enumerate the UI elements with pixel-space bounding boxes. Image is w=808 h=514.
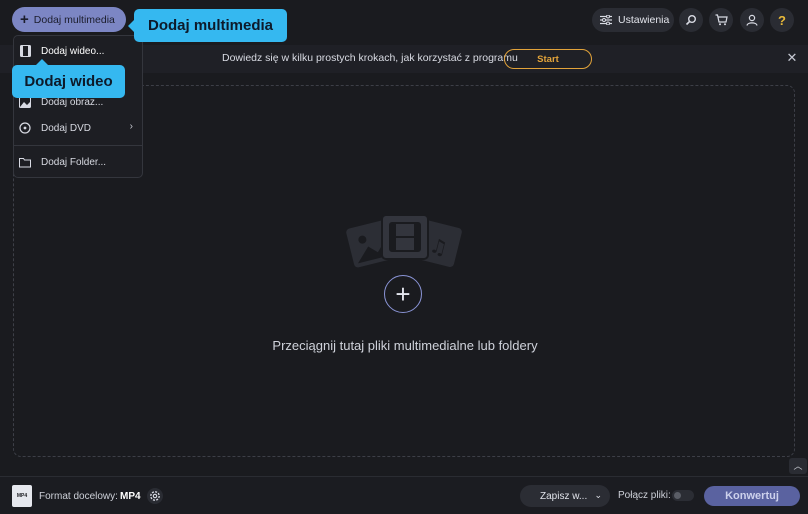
gear-icon[interactable] — [146, 487, 164, 505]
menu-item-label: Dodaj wideo... — [41, 45, 105, 57]
drop-zone-text: Przeciągnij tutaj pliki multimedialne lu… — [272, 338, 538, 353]
settings-button[interactable]: Ustawienia — [592, 8, 674, 32]
chevron-down-icon: ⌄ — [594, 490, 602, 500]
add-files-button[interactable]: + — [384, 275, 422, 313]
user-icon — [746, 14, 758, 26]
format-label: Format docelowy: — [39, 491, 118, 502]
plus-icon: + — [20, 11, 29, 28]
film-icon — [18, 44, 32, 58]
menu-item-label: Dodaj obraz... — [41, 96, 104, 108]
settings-label: Ustawienia — [618, 14, 670, 26]
sliders-icon — [600, 15, 612, 25]
tooltip-add-video: Dodaj wideo — [12, 59, 125, 98]
scroll-up-button[interactable]: ︿ — [789, 458, 807, 474]
search-button[interactable] — [679, 8, 703, 32]
tooltip-add-media: Dodaj multimedia — [128, 9, 287, 42]
add-media-button[interactable]: + Dodaj multimedia — [12, 7, 126, 32]
help-icon: ? — [778, 12, 786, 28]
add-media-label: Dodaj multimedia — [33, 13, 115, 26]
account-button[interactable] — [740, 8, 764, 32]
menu-divider — [14, 145, 142, 146]
folder-icon — [18, 155, 32, 169]
media-illustration-icon: ♫ — [346, 214, 462, 268]
merge-files-label: Połącz pliki: — [618, 490, 671, 501]
cart-button[interactable] — [709, 8, 733, 32]
cart-icon — [715, 14, 728, 26]
help-button[interactable]: ? — [770, 8, 794, 32]
add-media-menu: Dodaj wideo... Dodaj obraz... Dodaj DVD … — [13, 35, 143, 178]
save-to-button[interactable]: Zapisz w... ⌄ — [520, 485, 610, 507]
bottom-bar: MP4 Format docelowy: MP4 Zapisz w... ⌄ P… — [0, 476, 808, 514]
menu-item-label: Dodaj DVD — [41, 122, 92, 134]
search-icon — [685, 15, 696, 26]
start-button[interactable]: Start — [504, 49, 592, 69]
mp4-format-icon[interactable]: MP4 — [12, 485, 32, 507]
banner-text: Dowiedz się w kilku prostych krokach, ja… — [222, 52, 518, 64]
dvd-icon — [18, 121, 32, 135]
close-icon[interactable]: ✕ — [784, 50, 800, 66]
plus-icon: + — [395, 279, 411, 309]
menu-item-add-folder[interactable]: Dodaj Folder... — [14, 149, 142, 175]
menu-item-add-video[interactable]: Dodaj wideo... — [14, 38, 142, 64]
menu-item-label: Dodaj Folder... — [41, 156, 107, 168]
format-value[interactable]: MP4 — [120, 491, 141, 502]
convert-button[interactable]: Konwertuj — [704, 486, 800, 506]
chevron-right-icon: › — [129, 121, 133, 132]
menu-item-add-dvd[interactable]: Dodaj DVD › — [14, 115, 142, 141]
chevron-up-icon: ︿ — [793, 461, 803, 471]
save-to-label: Zapisz w... — [540, 490, 588, 502]
merge-files-toggle[interactable] — [672, 490, 694, 501]
